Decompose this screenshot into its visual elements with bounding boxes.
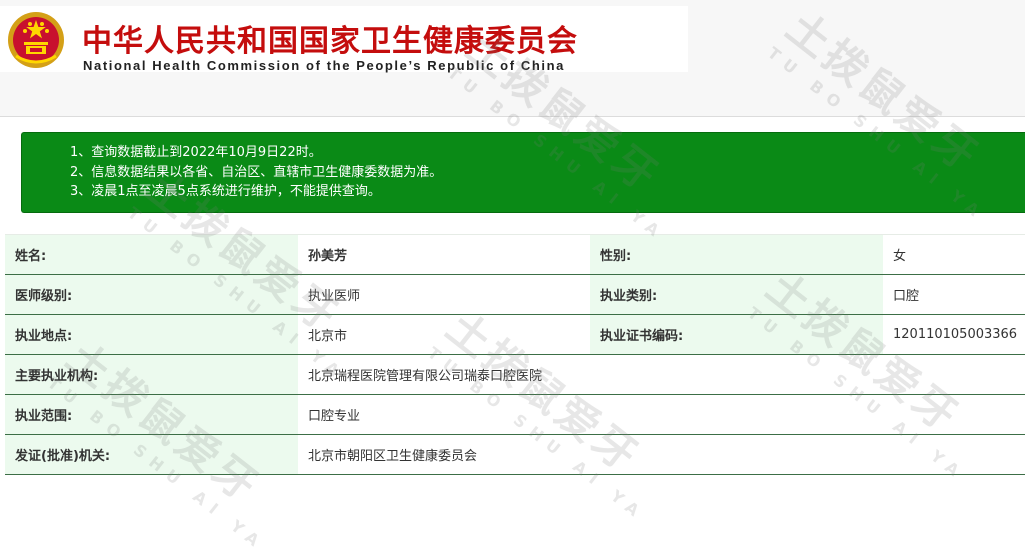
table-row: 执业范围: 口腔专业 bbox=[5, 394, 1025, 435]
name-value: 孙美芳 bbox=[298, 234, 590, 275]
category-label: 执业类别: bbox=[590, 274, 883, 315]
table-row: 执业地点: 北京市 执业证书编码: 120110105003366 bbox=[5, 314, 1025, 355]
institution-label: 主要执业机构: bbox=[5, 354, 298, 395]
table-row: 发证(批准)机关: 北京市朝阳区卫生健康委员会 bbox=[5, 434, 1025, 475]
table-row: 主要执业机构: 北京瑞程医院管理有限公司瑞泰口腔医院 bbox=[5, 354, 1025, 395]
location-value: 北京市 bbox=[298, 314, 590, 355]
scope-label: 执业范围: bbox=[5, 394, 298, 435]
header-banner: 中华人民共和国国家卫生健康委员会 National Health Commiss… bbox=[0, 6, 688, 73]
notice-item: 3、凌晨1点至凌晨5点系统进行维护，不能提供查询。 bbox=[70, 184, 381, 199]
notice-item: 1、查询数据截止到2022年10月9日22时。 bbox=[70, 145, 322, 160]
cert-value: 120110105003366 bbox=[883, 314, 1025, 355]
notice-item: 2、信息数据结果以各省、自治区、直辖市卫生健康委数据为准。 bbox=[70, 164, 443, 180]
level-value: 执业医师 bbox=[298, 274, 590, 315]
table-row: 医师级别: 执业医师 执业类别: 口腔 bbox=[5, 274, 1025, 315]
authority-label: 发证(批准)机关: bbox=[5, 434, 298, 475]
doctor-info-table: 姓名: 孙美芳 性别: 女 医师级别: 执业医师 执业类别: 口腔 执业地点: … bbox=[5, 234, 1025, 475]
table-row: 姓名: 孙美芳 性别: 女 bbox=[5, 234, 1025, 275]
site-header: 中华人民共和国国家卫生健康委员会 National Health Commiss… bbox=[0, 0, 1025, 117]
page-title-cn: 中华人民共和国国家卫生健康委员会 bbox=[82, 24, 578, 59]
national-emblem-icon bbox=[8, 12, 64, 68]
institution-value: 北京瑞程医院管理有限公司瑞泰口腔医院 bbox=[298, 354, 1025, 395]
category-value: 口腔 bbox=[883, 274, 1025, 315]
authority-value: 北京市朝阳区卫生健康委员会 bbox=[298, 434, 1025, 475]
gender-value: 女 bbox=[883, 234, 1025, 275]
name-label: 姓名: bbox=[5, 234, 298, 275]
location-label: 执业地点: bbox=[5, 314, 298, 355]
level-label: 医师级别: bbox=[5, 274, 298, 315]
scope-value: 口腔专业 bbox=[298, 394, 1025, 435]
notice-panel: 1、查询数据截止到2022年10月9日22时。 2、信息数据结果以各省、自治区、… bbox=[21, 132, 1025, 213]
gender-label: 性别: bbox=[590, 234, 883, 275]
cert-label: 执业证书编码: bbox=[590, 314, 883, 355]
page-title-en: National Health Commission of the People… bbox=[83, 58, 565, 73]
